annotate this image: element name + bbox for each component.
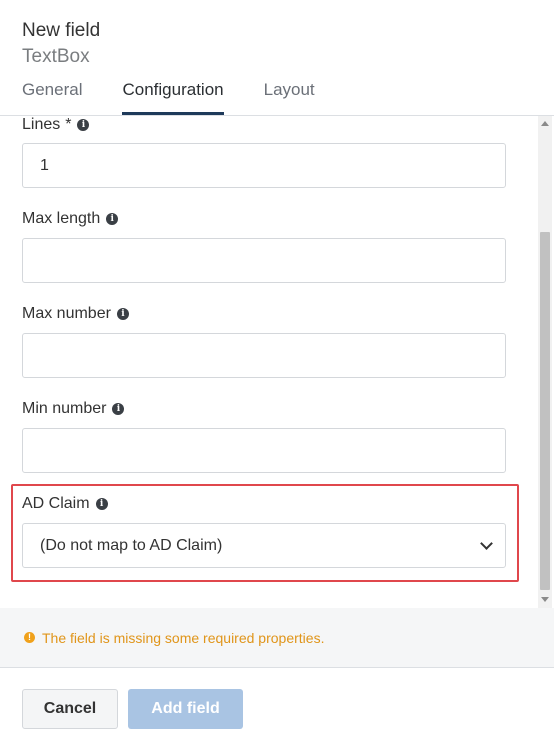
lines-label: Lines * i xyxy=(22,116,90,134)
max-number-label: Max number i xyxy=(22,305,129,323)
cancel-button[interactable]: Cancel xyxy=(22,689,118,729)
ad-claim-label-text: AD Claim xyxy=(22,495,90,512)
max-length-input[interactable] xyxy=(22,238,506,283)
ad-claim-selected-value: (Do not map to AD Claim) xyxy=(40,536,223,554)
min-number-label: Min number i xyxy=(22,400,125,418)
max-length-label-text: Max length xyxy=(22,210,101,227)
min-number-label-text: Min number xyxy=(22,400,107,417)
required-asterisk: * xyxy=(65,116,72,133)
add-field-button[interactable]: Add field xyxy=(128,689,243,729)
tab-layout[interactable]: Layout xyxy=(264,80,315,115)
dialog-header: New field TextBox General Configuration … xyxy=(0,0,554,116)
info-icon[interactable]: i xyxy=(95,498,108,510)
tab-general[interactable]: General xyxy=(22,80,82,115)
min-number-input[interactable] xyxy=(22,428,506,473)
validation-warning: ! The field is missing some required pro… xyxy=(0,608,554,668)
exclamation-circle-icon: ! xyxy=(24,632,35,643)
configuration-panel: Lines * i 1 Max length i Max number i Mi… xyxy=(0,116,554,608)
scroll-down-arrow-icon[interactable] xyxy=(541,597,549,602)
info-icon[interactable]: i xyxy=(116,308,129,320)
scrollbar-thumb[interactable] xyxy=(540,232,550,590)
scrollbar[interactable] xyxy=(538,116,552,608)
dialog-title: New field xyxy=(22,20,101,41)
tab-configuration[interactable]: Configuration xyxy=(122,80,224,115)
lines-input[interactable]: 1 xyxy=(22,143,506,188)
max-length-label: Max length i xyxy=(22,210,119,228)
field-type-subtitle: TextBox xyxy=(22,46,90,67)
warning-text: The field is missing some required prope… xyxy=(42,629,325,646)
max-number-input[interactable] xyxy=(22,333,506,378)
ad-claim-select[interactable]: (Do not map to AD Claim) xyxy=(22,523,506,568)
ad-claim-label: AD Claim i xyxy=(22,495,108,513)
lines-label-text: Lines xyxy=(22,116,61,133)
info-icon[interactable]: i xyxy=(106,213,119,225)
max-number-label-text: Max number xyxy=(22,305,111,322)
scroll-up-arrow-icon[interactable] xyxy=(541,121,549,126)
info-icon[interactable]: i xyxy=(112,403,125,415)
tab-bar: General Configuration Layout xyxy=(22,80,355,116)
dialog-footer: Cancel Add field xyxy=(0,669,554,736)
info-icon[interactable]: i xyxy=(77,119,90,131)
chevron-down-icon xyxy=(480,536,493,550)
